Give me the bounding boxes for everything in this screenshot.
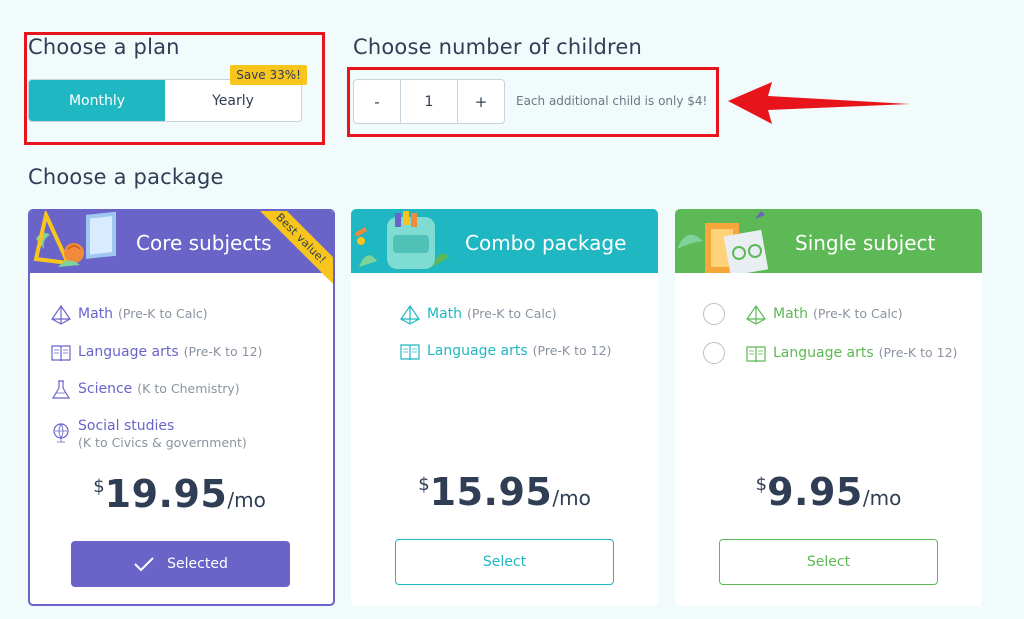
red-arrow-annotation [728, 82, 910, 124]
subject-name: Social studies [78, 418, 175, 434]
subject-name: Language arts [773, 345, 874, 361]
decrement-button[interactable]: - [354, 80, 400, 123]
single-card-title: Single subject [795, 231, 936, 255]
pyramid-icon [400, 304, 420, 325]
core-subject-science: Science (K to Chemistry) [50, 379, 240, 401]
backpack-illustration-icon [355, 211, 449, 269]
flask-icon [51, 380, 71, 399]
subject-range: (K to Civics & government) [78, 435, 247, 450]
button-label: Selected [167, 556, 228, 572]
subject-name: Math [78, 306, 114, 322]
subject-range: (Pre-K to 12) [878, 345, 958, 360]
price-amount: 19.95 [104, 472, 228, 516]
single-subject-math: Math (Pre-K to Calc) [745, 304, 903, 326]
best-value-label: Best value! [255, 211, 333, 288]
core-subject-social-studies: Social studies (K to Civics & government… [50, 416, 247, 450]
book-icon [746, 346, 766, 363]
price-amount: 15.95 [429, 470, 553, 514]
currency-symbol: $ [755, 474, 768, 495]
core-subjects-card[interactable]: Core subjects Best value! Math (Pre-K to… [28, 209, 335, 606]
language-arts-radio-button[interactable] [703, 342, 725, 364]
combo-card-header: Combo package [351, 209, 658, 273]
single-subject-card[interactable]: Single subject Math (Pre-K to Calc) Lang… [675, 209, 982, 606]
yearly-option[interactable]: Yearly [165, 80, 301, 121]
additional-child-hint: Each additional child is only $4! [516, 94, 708, 108]
best-value-ribbon: Best value! [255, 211, 333, 289]
increment-button[interactable]: + [458, 80, 504, 123]
core-subject-language-arts: Language arts (Pre-K to 12) [50, 342, 262, 364]
subject-range: (K to Chemistry) [137, 381, 240, 396]
subject-name: Math [427, 306, 463, 322]
single-subject-language-arts: Language arts (Pre-K to 12) [745, 343, 957, 365]
subject-name: Math [773, 306, 809, 322]
pyramid-icon [51, 304, 71, 325]
single-card-header: Single subject [675, 209, 982, 273]
combo-card-title: Combo package [465, 231, 627, 255]
subject-range: (Pre-K to 12) [183, 344, 263, 359]
subject-range: (Pre-K to Calc) [467, 306, 557, 321]
single-select-button[interactable]: Select [719, 539, 938, 585]
plan-toggle: Monthly Yearly Save 33%! [28, 65, 307, 122]
globe-icon [53, 423, 69, 443]
price-period: /mo [862, 486, 902, 510]
pyramid-icon [746, 304, 766, 325]
subject-name: Language arts [78, 344, 179, 360]
subject-name: Science [78, 381, 133, 397]
children-heading: Choose number of children [353, 35, 643, 59]
notebook-illustration-icon [677, 211, 769, 273]
price-period: /mo [227, 488, 266, 512]
button-label: Select [482, 554, 527, 570]
math-radio-button[interactable] [703, 303, 725, 325]
currency-symbol: $ [418, 474, 430, 495]
single-price: $9.95/mo [675, 470, 982, 514]
core-subject-math: Math (Pre-K to Calc) [50, 304, 208, 326]
book-icon [400, 344, 420, 361]
children-stepper: - 1 + [353, 79, 505, 124]
combo-subject-language-arts: Language arts (Pre-K to 12) [399, 341, 611, 363]
price-amount: 9.95 [767, 470, 863, 514]
core-illustration-icon [33, 211, 116, 267]
children-count[interactable]: 1 [400, 80, 458, 123]
package-heading: Choose a package [28, 165, 224, 189]
core-selected-button[interactable]: Selected [71, 541, 290, 587]
book-icon [51, 345, 71, 362]
price-period: /mo [552, 486, 591, 510]
checkmark-icon [134, 557, 154, 572]
monthly-option[interactable]: Monthly [29, 80, 165, 121]
button-label: Select [806, 554, 851, 570]
subject-name: Language arts [427, 343, 528, 359]
combo-package-card[interactable]: Combo package Math (Pre-K to Calc) Langu… [351, 209, 658, 606]
core-card-title: Core subjects [136, 231, 272, 255]
subject-range: (Pre-K to Calc) [813, 306, 903, 321]
subject-range: (Pre-K to 12) [532, 343, 612, 358]
plan-heading: Choose a plan [28, 35, 180, 59]
subject-range: (Pre-K to Calc) [118, 306, 208, 321]
save-badge: Save 33%! [230, 65, 307, 85]
combo-select-button[interactable]: Select [395, 539, 614, 585]
combo-price: $15.95/mo [351, 470, 658, 514]
combo-subject-math: Math (Pre-K to Calc) [399, 304, 557, 326]
core-price: $19.95/mo [30, 472, 331, 516]
currency-symbol: $ [93, 476, 105, 497]
